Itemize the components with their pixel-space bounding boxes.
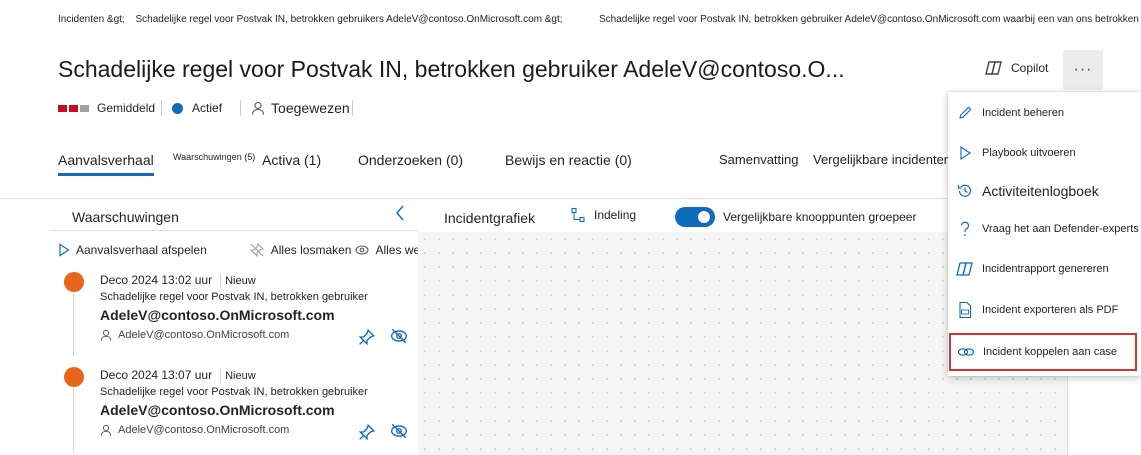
unpin-icon bbox=[249, 242, 265, 258]
alert-date: Deco 2024 13:07 uur Nieuw bbox=[100, 368, 260, 383]
person-icon bbox=[100, 329, 112, 341]
severity-icon bbox=[58, 104, 89, 112]
assigned-to[interactable]: Toegewezen bbox=[251, 100, 350, 116]
menu-item-label: Playbook uitvoeren bbox=[982, 147, 1076, 159]
tab-similar-incidents[interactable]: Vergelijkbare incidenten (0) bbox=[813, 152, 971, 167]
layout-label: Indeling bbox=[594, 208, 637, 222]
copilot-icon bbox=[985, 60, 1003, 76]
group-nodes-label: Vergelijkbare knooppunten groepeer bbox=[723, 210, 917, 224]
alert-item[interactable]: Deco 2024 13:07 uur Nieuw Schadelijke reg… bbox=[50, 365, 418, 455]
menu-item-manage-incident[interactable]: Incident beheren bbox=[948, 94, 1141, 132]
alert-severity-dot bbox=[64, 272, 84, 292]
tab-bar: Aanvalsverhaal Waarschuwingen (5) Activa… bbox=[0, 152, 1141, 199]
menu-item-label: Incidentrapport genereren bbox=[982, 263, 1109, 275]
menu-item-label: Activiteitenlogboek bbox=[982, 183, 1099, 199]
graph-toolbar: Incidentgrafiek Indeling Vergelijkbare k… bbox=[418, 200, 948, 232]
layout-button[interactable]: Indeling bbox=[570, 207, 636, 223]
status-dot-icon bbox=[172, 102, 184, 114]
divider bbox=[351, 100, 353, 116]
more-icon: ··· bbox=[1073, 61, 1093, 78]
tab-attack-story[interactable]: Aanvalsverhaal bbox=[58, 152, 154, 176]
alert-description: Schadelijke regel voor Postvak IN, betro… bbox=[100, 386, 368, 398]
menu-item-label: Vraag het aan Defender-experts bbox=[982, 223, 1139, 235]
pencil-icon bbox=[956, 104, 974, 122]
copilot-label: Copilot bbox=[1011, 61, 1049, 75]
alert-mail: AdeleV@contoso.OnMicrosoft.com bbox=[100, 329, 289, 341]
menu-item-activity-log[interactable]: Activiteitenlogboek bbox=[948, 172, 1141, 210]
menu-item-run-playbook[interactable]: Playbook uitvoeren bbox=[948, 134, 1141, 172]
unpin-label: Alles losmaken bbox=[270, 243, 352, 257]
unpin-all-button[interactable]: Alles losmaken bbox=[249, 242, 352, 258]
breadcrumb: Incidenten &gt; Schadelijke regel voor P… bbox=[58, 14, 1141, 25]
layout-icon bbox=[570, 207, 586, 223]
alert-description: Schadelijke regel voor Postvak IN, betro… bbox=[100, 291, 368, 303]
alert-severity-dot bbox=[64, 367, 84, 387]
divider bbox=[240, 100, 242, 116]
link-icon bbox=[957, 343, 975, 361]
play-attack-story-button[interactable]: Aanvalsverhaal afspelen bbox=[58, 243, 207, 257]
question-icon bbox=[956, 220, 974, 238]
panel-divider bbox=[50, 230, 418, 231]
copilot-icon bbox=[956, 260, 974, 278]
divider bbox=[161, 100, 163, 116]
alert-date: Deco 2024 13:02 uur Nieuw bbox=[100, 273, 260, 288]
more-options-menu: Incident beheren Playbook uitvoeren Acti… bbox=[948, 92, 1141, 376]
hide-icon[interactable] bbox=[390, 328, 408, 344]
person-icon bbox=[251, 101, 265, 115]
menu-item-link-to-case[interactable]: Incident koppelen aan case bbox=[949, 333, 1137, 371]
tab-assets[interactable]: Activa (1) bbox=[262, 152, 321, 168]
menu-item-label: Incident beheren bbox=[982, 107, 1064, 119]
pin-icon[interactable] bbox=[358, 328, 376, 346]
group-nodes-toggle[interactable] bbox=[675, 207, 715, 227]
eye-icon bbox=[355, 244, 370, 256]
alert-user: AdeleV@contoso.OnMicrosoft.com bbox=[100, 402, 335, 418]
pin-icon[interactable] bbox=[358, 423, 376, 441]
menu-item-label: Incident koppelen aan case bbox=[983, 346, 1117, 358]
status-bar: Gemiddeld Actief Toegewezen bbox=[58, 100, 363, 116]
menu-item-generate-report[interactable]: Incidentrapport genereren bbox=[948, 250, 1141, 288]
alert-status-badge: Nieuw bbox=[220, 274, 260, 288]
menu-item-ask-defender-experts[interactable]: Vraag het aan Defender-experts bbox=[948, 210, 1141, 248]
alerts-panel: Waarschuwingen Aanvalsverhaal afspelen A… bbox=[50, 200, 464, 455]
history-icon bbox=[956, 182, 974, 200]
alert-user: AdeleV@contoso.OnMicrosoft.com bbox=[100, 307, 335, 323]
copilot-button[interactable]: Copilot bbox=[985, 60, 1048, 76]
assigned-label: Toegewezen bbox=[271, 100, 350, 116]
timeline-line bbox=[73, 294, 74, 356]
play-icon bbox=[58, 243, 70, 257]
group-nodes-toggle-row: Vergelijkbare knooppunten groepeer bbox=[675, 207, 916, 227]
pdf-icon bbox=[956, 301, 974, 319]
breadcrumb-item-parent[interactable]: Schadelijke regel voor Postvak IN, betro… bbox=[136, 14, 563, 25]
collapse-chevron-icon[interactable] bbox=[394, 204, 406, 222]
menu-item-label: Incident exporteren als PDF bbox=[982, 304, 1119, 316]
tab-summary[interactable]: Samenvatting bbox=[719, 152, 799, 167]
play-label: Aanvalsverhaal afspelen bbox=[76, 243, 207, 257]
status-label: Actief bbox=[192, 101, 223, 115]
tab-alerts[interactable]: Waarschuwingen (5) bbox=[173, 152, 255, 162]
hide-icon[interactable] bbox=[390, 423, 408, 439]
breadcrumb-item-incidents[interactable]: Incidenten &gt; bbox=[58, 14, 125, 25]
page-title: Schadelijke regel voor Postvak IN, betro… bbox=[58, 56, 845, 82]
graph-title: Incidentgrafiek bbox=[444, 210, 536, 226]
timeline-line bbox=[73, 389, 74, 451]
alerts-actions: Aanvalsverhaal afspelen Alles losmaken A… bbox=[58, 242, 464, 258]
person-icon bbox=[100, 424, 112, 436]
severity-label: Gemiddeld bbox=[97, 101, 156, 115]
alert-mail: AdeleV@contoso.OnMicrosoft.com bbox=[100, 424, 289, 436]
play-icon bbox=[956, 144, 974, 162]
tab-evidence[interactable]: Bewijs en reactie (0) bbox=[505, 152, 632, 168]
more-options-button[interactable]: ··· bbox=[1063, 50, 1103, 90]
tab-investigations[interactable]: Onderzoeken (0) bbox=[358, 152, 463, 168]
menu-item-export-pdf[interactable]: Incident exporteren als PDF bbox=[948, 291, 1141, 329]
breadcrumb-item-current: Schadelijke regel voor Postvak IN, betro… bbox=[599, 14, 1141, 25]
alert-item[interactable]: Deco 2024 13:02 uur Nieuw Schadelijke reg… bbox=[50, 270, 418, 365]
alerts-panel-title: Waarschuwingen bbox=[72, 209, 179, 225]
alert-status-badge: Nieuw bbox=[220, 369, 260, 383]
